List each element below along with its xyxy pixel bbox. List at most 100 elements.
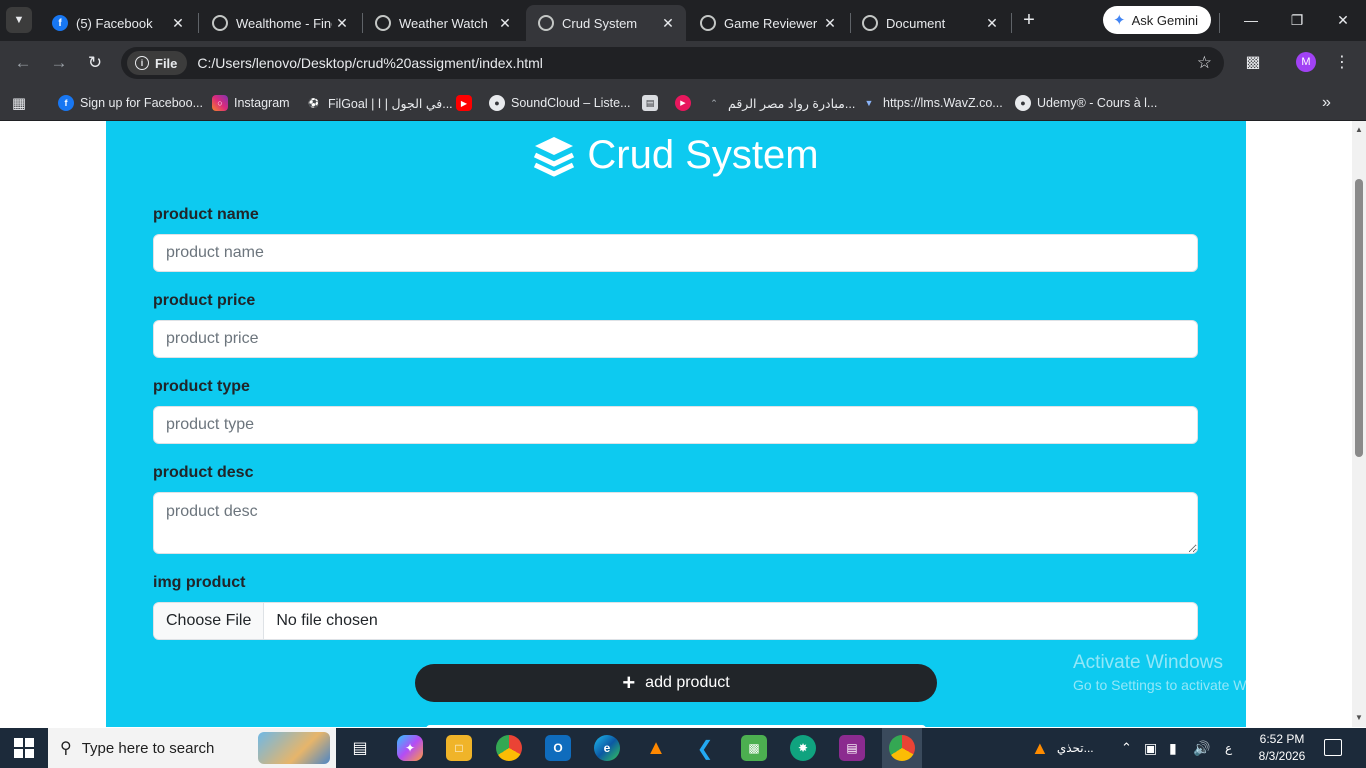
bookmark-document[interactable]: ▤ <box>642 93 664 113</box>
tab-game-reviewer[interactable]: Game Reviewer ✕ <box>688 5 848 41</box>
taskbar-search-box[interactable]: ⚲ Type here to search <box>48 728 336 768</box>
close-icon[interactable]: ✕ <box>495 15 515 32</box>
warning-tray-text: تحذي... <box>1056 741 1094 755</box>
product-name-label: product name <box>153 206 259 223</box>
next-element-edge <box>426 725 926 727</box>
tab-document[interactable]: Document ✕ <box>850 5 1010 41</box>
volume-icon[interactable]: 🔊 <box>1193 728 1210 768</box>
bookmarks-bar: ▦ f Sign up for Faceboo... ○ Instagram ⚽… <box>0 85 1366 121</box>
bookmark-label: Udemy® - Cours à l... <box>1037 96 1158 110</box>
outlook-icon[interactable]: O <box>545 735 571 761</box>
globe-icon <box>375 15 391 31</box>
close-icon[interactable]: ✕ <box>168 15 188 32</box>
close-icon[interactable]: ✕ <box>982 15 1002 32</box>
search-highlight-image <box>258 732 330 764</box>
input-language-indicator[interactable]: ع <box>1225 728 1232 768</box>
task-view-icon[interactable]: ▤ <box>347 735 373 761</box>
chrome-profile-icon[interactable] <box>882 728 922 768</box>
page-scrollbar[interactable]: ▲ ▼ <box>1352 121 1366 727</box>
copilot-icon[interactable]: ✦ <box>397 735 423 761</box>
warning-tray-item[interactable]: ▲ تحذي... <box>1031 728 1094 768</box>
bookmark-soundcloud[interactable]: ● SoundCloud – Liste... <box>489 93 631 113</box>
img-product-file-input[interactable]: Choose File No file chosen <box>153 602 1198 640</box>
scroll-up-arrow-icon[interactable]: ▲ <box>1352 123 1366 137</box>
vlc-icon[interactable]: ▲ <box>643 735 669 761</box>
forward-arrow-icon[interactable]: → <box>48 52 70 74</box>
globe-icon <box>538 15 554 31</box>
apps-grid-icon[interactable]: ▦ <box>11 93 33 113</box>
globe-icon <box>212 15 228 31</box>
ask-gemini-button[interactable]: ✦ Ask Gemini <box>1103 6 1211 34</box>
bookmark-star-icon[interactable]: ☆ <box>1197 53 1212 73</box>
bookmark-label: مبادرة رواد مصر الرقم... <box>728 96 856 111</box>
instagram-icon: ○ <box>212 95 228 111</box>
notification-center-icon[interactable] <box>1324 739 1342 756</box>
bookmark-youtube[interactable]: ▶ <box>456 93 478 113</box>
bookmark-instagram[interactable]: ○ Instagram <box>212 93 290 113</box>
apps-grid-icon-glyph: ▦ <box>11 95 27 112</box>
show-hidden-icons-chevron-icon[interactable]: ⌃ <box>1121 728 1132 768</box>
file-status-text: No file chosen <box>276 612 378 629</box>
spreadsheet-icon[interactable]: ▩ <box>741 735 767 761</box>
network-icon[interactable]: ▣ <box>1144 728 1157 768</box>
taskbar-clock[interactable]: 6:52 PM 8/3/2026 <box>1248 731 1316 765</box>
bookmark-label: https://lms.WavZ.co... <box>883 96 1003 110</box>
tab-divider <box>198 13 199 33</box>
bookmark-udemy[interactable]: ● Udemy® - Cours à l... <box>1015 93 1157 113</box>
restore-icon[interactable]: ❐ <box>1285 8 1309 32</box>
product-desc-textarea[interactable] <box>153 492 1198 554</box>
choose-file-button[interactable]: Choose File <box>154 603 265 639</box>
address-bar[interactable]: i File C:/Users/lenovo/Desktop/crud%20as… <box>121 47 1224 79</box>
bookmark-lms[interactable]: ▼ https://lms.WavZ.co... <box>861 93 1003 113</box>
clock-time: 6:52 PM <box>1259 732 1305 746</box>
edge-icon[interactable]: e <box>594 735 620 761</box>
tab-facebook[interactable]: f (5) Facebook ✕ <box>40 5 196 41</box>
bookmark-red-circle[interactable]: ▶ <box>675 93 697 113</box>
tab-weather-watch[interactable]: Weather Watch ✕ <box>363 5 523 41</box>
bookmark-rowad[interactable]: ⌃ مبادرة رواد مصر الرقم... <box>706 93 855 113</box>
scroll-down-arrow-icon[interactable]: ▼ <box>1352 711 1366 725</box>
tab-bar: ▼ f (5) Facebook ✕ Wealthome - Finc ✕ We… <box>0 0 1366 41</box>
plus-icon: + <box>622 670 636 695</box>
site-info-chip[interactable]: i File <box>127 51 188 75</box>
windows-taskbar: ⚲ Type here to search ▤ ✦ □ O e ▲ ❮ ▩ ✸ … <box>0 728 1366 768</box>
red-circle-icon: ▶ <box>675 95 691 111</box>
img-product-label: img product <box>153 574 246 591</box>
product-type-input[interactable] <box>153 406 1198 444</box>
bookmark-label: FilGoal | في الجول | ا... <box>328 96 453 111</box>
new-tab-plus-icon[interactable]: + <box>1018 9 1040 31</box>
bookmark-filgoal[interactable]: ⚽ FilGoal | في الجول | ا... <box>306 93 453 113</box>
more-bookmarks-chevron-icon[interactable]: » <box>1322 93 1331 113</box>
winrar-icon[interactable]: ▤ <box>839 735 865 761</box>
extensions-puzzle-icon[interactable]: ▩ <box>1242 52 1264 74</box>
tab-search-chevron-icon[interactable]: ▼ <box>6 7 32 33</box>
back-arrow-icon[interactable]: ← <box>12 52 34 74</box>
close-icon[interactable]: ✕ <box>820 15 840 32</box>
tab-crud-system[interactable]: Crud System ✕ <box>526 5 686 41</box>
reload-icon[interactable]: ↻ <box>84 52 106 74</box>
taskbar-search-placeholder: Type here to search <box>81 739 215 757</box>
window-close-icon[interactable]: ✕ <box>1331 8 1355 32</box>
scroll-thumb[interactable] <box>1355 179 1363 457</box>
add-product-button[interactable]: + add product <box>415 664 937 702</box>
tab-divider <box>1219 13 1220 33</box>
product-price-input[interactable] <box>153 320 1198 358</box>
vscode-icon[interactable]: ❮ <box>692 735 718 761</box>
close-icon[interactable]: ✕ <box>332 15 352 32</box>
file-explorer-icon[interactable]: □ <box>446 735 472 761</box>
more-menu-icon[interactable]: ⋮ <box>1331 52 1353 74</box>
windows-start-icon[interactable] <box>14 738 34 758</box>
chatgpt-icon[interactable]: ✸ <box>790 735 816 761</box>
close-icon[interactable]: ✕ <box>658 15 678 32</box>
profile-avatar[interactable]: M <box>1296 52 1316 72</box>
product-name-input[interactable] <box>153 234 1198 272</box>
minimize-icon[interactable]: — <box>1239 8 1263 32</box>
url-text[interactable]: C:/Users/lenovo/Desktop/crud%20assigment… <box>197 55 1196 71</box>
tab-wealthome[interactable]: Wealthome - Finc ✕ <box>200 5 360 41</box>
battery-icon[interactable]: ▮ <box>1169 728 1177 768</box>
lms-icon: ▼ <box>864 98 874 108</box>
activate-windows-subtitle: Go to Settings to activate Windows. <box>1073 677 1294 693</box>
search-icon: ⚲ <box>60 740 72 757</box>
bookmark-facebook-signup[interactable]: f Sign up for Faceboo... <box>58 93 203 113</box>
chrome-icon[interactable] <box>496 735 522 761</box>
